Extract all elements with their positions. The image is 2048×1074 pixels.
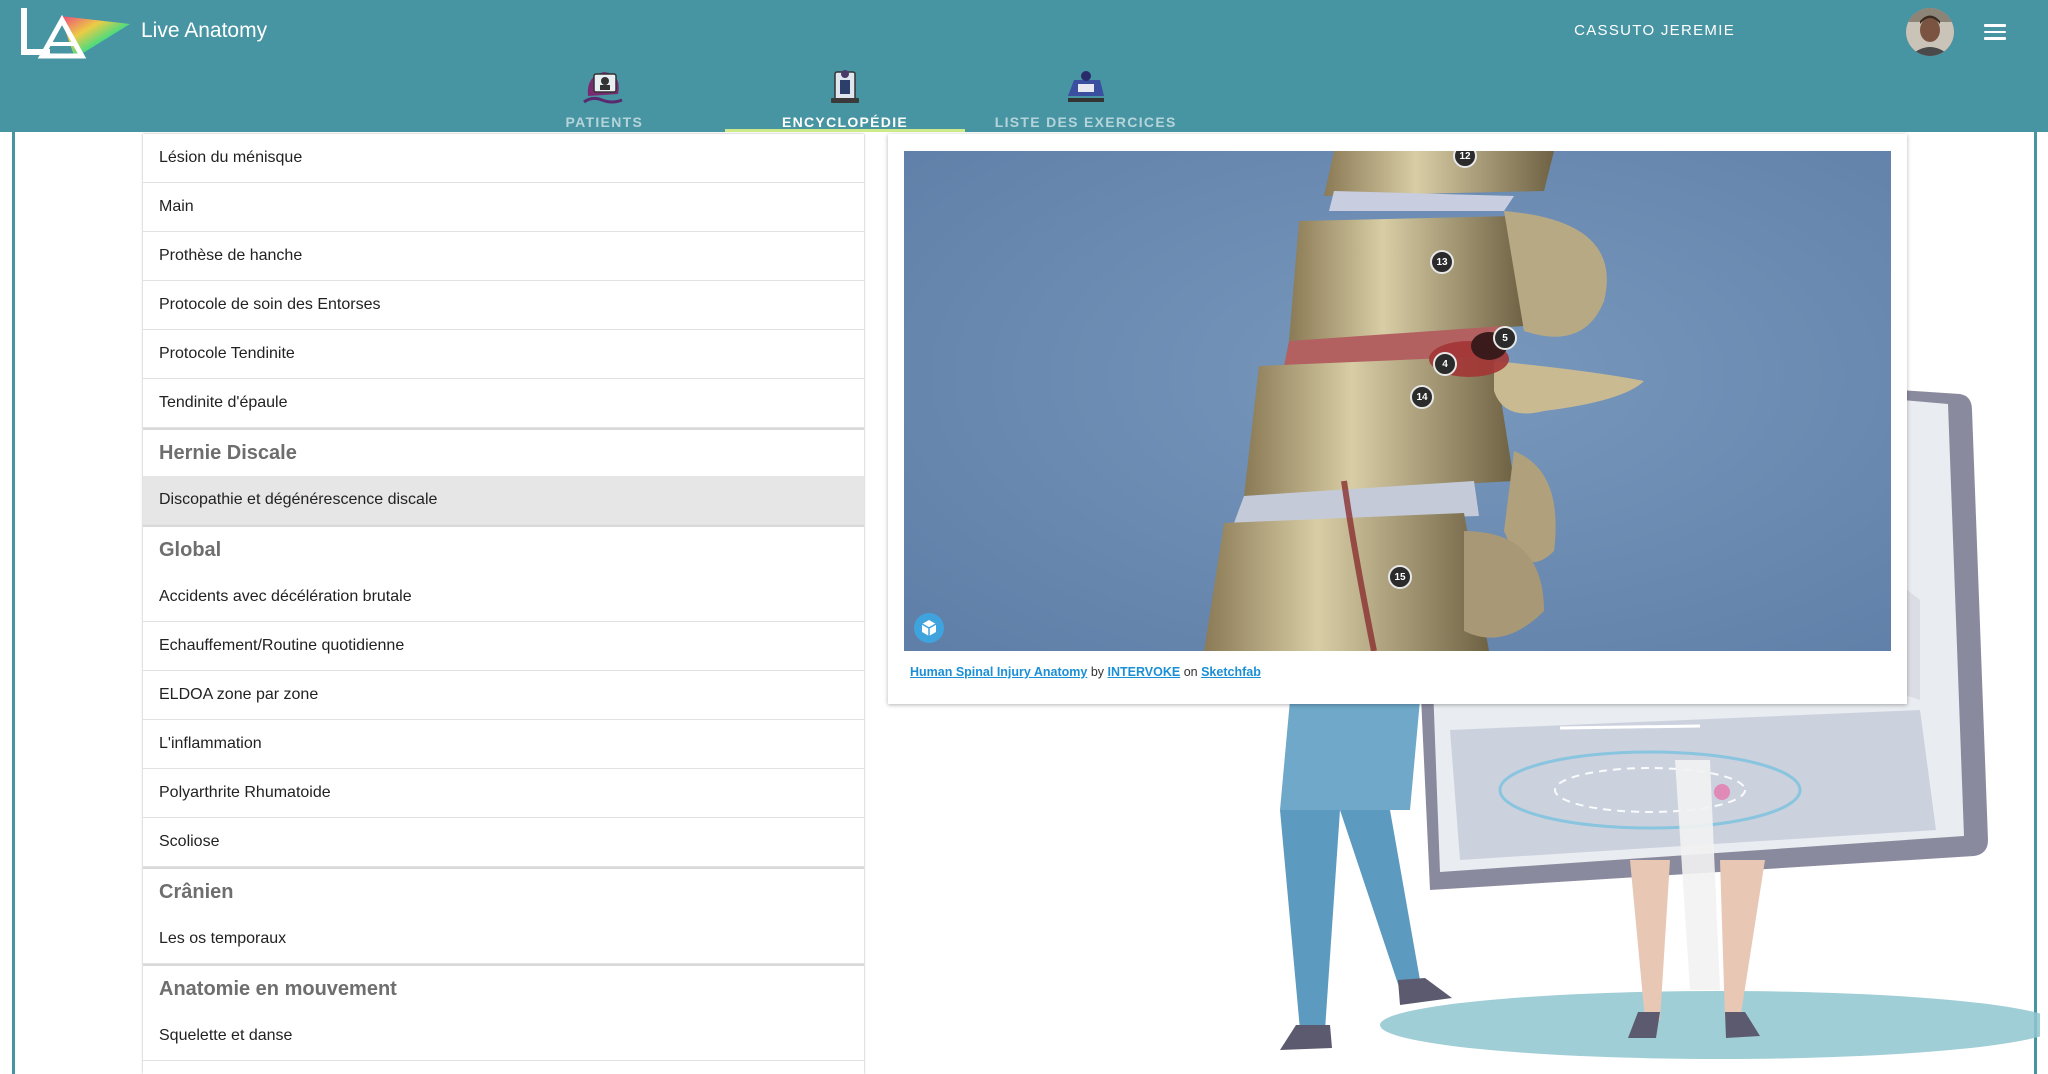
frame-border-left: [12, 132, 15, 1074]
sketchfab-icon[interactable]: [914, 613, 944, 643]
list-item[interactable]: Polyarthrite Rhumatoide: [143, 769, 864, 818]
user-name[interactable]: CASSUTO JEREMIE: [1574, 22, 1735, 39]
section-heading: Hernie Discale: [143, 428, 864, 476]
patients-icon: [583, 72, 623, 104]
tab-label-encyclopedie: ENCYCLOPÉDIE: [781, 114, 909, 130]
avatar[interactable]: [1906, 8, 1954, 56]
main-tabs: PATIENTS ENCYCLOPÉDIE LISTE DES EXERCICE…: [484, 62, 1206, 132]
section-heading: Global: [143, 525, 864, 573]
list-item-selected[interactable]: Discopathie et dégénérescence discale: [143, 476, 864, 525]
hotspot-marker[interactable]: 4: [1433, 352, 1457, 376]
list-item[interactable]: Protocole de soin des Entorses: [143, 281, 864, 330]
active-tab-indicator: [724, 129, 966, 132]
list-item[interactable]: Scoliose: [143, 818, 864, 867]
hotspot-marker[interactable]: 13: [1430, 250, 1454, 274]
exercises-icon: [1067, 71, 1104, 102]
section-heading: Crânien: [143, 867, 864, 915]
tab-label-patients: PATIENTS: [565, 114, 644, 130]
list-item[interactable]: Accidents avec décélération brutale: [143, 573, 864, 622]
list-item[interactable]: L'inflammation: [143, 720, 864, 769]
app-header: Live Anatomy CASSUTO JEREMIE PATIENTS EN…: [0, 0, 2048, 132]
list-item[interactable]: Squelette et danse: [143, 1012, 864, 1061]
list-item[interactable]: Lésion du ménisque: [143, 134, 864, 183]
tab-encyclopedie[interactable]: ENCYCLOPÉDIE: [724, 62, 966, 132]
list-item[interactable]: Les os temporaux: [143, 915, 864, 964]
hotspot-marker[interactable]: 14: [1410, 385, 1434, 409]
author-link[interactable]: INTERVOKE: [1108, 665, 1181, 679]
list-item[interactable]: Prothèse de hanche: [143, 232, 864, 281]
list-item[interactable]: Tendinite d'épaule: [143, 379, 864, 428]
model-credit: Human Spinal Injury Anatomy by INTERVOKE…: [910, 665, 1261, 679]
model-title-link[interactable]: Human Spinal Injury Anatomy: [910, 665, 1087, 679]
hotspot-marker[interactable]: 5: [1493, 326, 1517, 350]
sketchfab-link[interactable]: Sketchfab: [1201, 665, 1261, 679]
list-item[interactable]: Echauffement/Routine quotidienne: [143, 622, 864, 671]
credit-on: on: [1183, 665, 1198, 679]
menu-icon[interactable]: [1984, 20, 2006, 42]
tab-label-liste-exercices: LISTE DES EXERCICES: [994, 114, 1177, 130]
list-item[interactable]: Protocole Tendinite: [143, 330, 864, 379]
tab-liste-exercices[interactable]: LISTE DES EXERCICES: [965, 62, 1206, 132]
model-viewer[interactable]: 12 13 5 4 14 15: [904, 151, 1891, 651]
list-item[interactable]: Main: [143, 183, 864, 232]
credit-by: by: [1090, 665, 1105, 679]
hotspot-marker[interactable]: 15: [1388, 565, 1412, 589]
encyclopedia-list: Lésion du ménisque Main Prothèse de hanc…: [143, 134, 864, 1074]
app-title: Live Anatomy: [141, 19, 268, 42]
section-heading: Anatomie en mouvement: [143, 964, 864, 1012]
list-item[interactable]: ELDOA zone par zone: [143, 671, 864, 720]
live-anatomy-logo[interactable]: [20, 6, 130, 62]
tab-patients[interactable]: PATIENTS: [484, 62, 725, 132]
encyclopedia-icon: [831, 70, 859, 103]
model-card: 12 13 5 4 14 15 Human Spinal Injury Anat…: [888, 134, 1907, 704]
avatar-image: [1906, 8, 1954, 56]
